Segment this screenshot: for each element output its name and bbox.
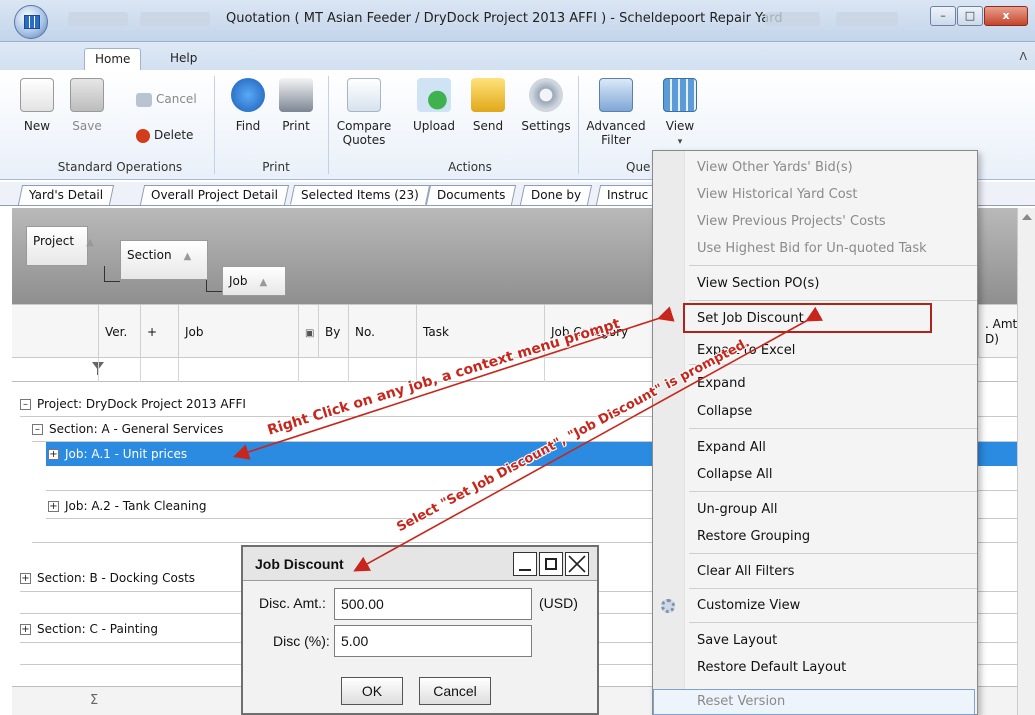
arrow-select-discount — [353, 306, 824, 572]
